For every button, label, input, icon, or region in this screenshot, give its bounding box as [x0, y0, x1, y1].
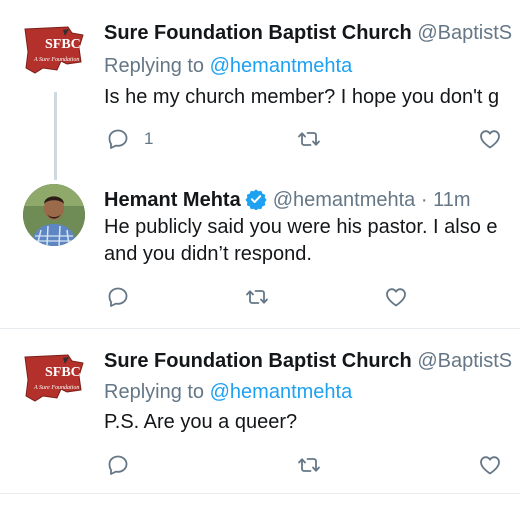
user-handle[interactable]: @BaptistS: [417, 350, 512, 372]
tweet-text: Is he my church member? I hope you don't…: [104, 86, 500, 108]
reply-icon: [106, 285, 130, 309]
like-button[interactable]: [478, 452, 502, 478]
tweet-2[interactable]: Hemant Mehta @hemantmehta · 11m He publi…: [0, 180, 520, 328]
like-icon: [478, 127, 502, 151]
retweet-button[interactable]: [297, 126, 321, 152]
church-logo-avatar[interactable]: SFBC A Sure Foundation: [23, 24, 85, 86]
church-logo-avatar[interactable]: SFBC A Sure Foundation: [23, 352, 85, 414]
time-separator: ·: [415, 189, 434, 211]
display-name[interactable]: Hemant Mehta: [104, 189, 241, 211]
tweet-header: Sure Foundation Baptist Church @BaptistS: [104, 350, 512, 373]
reply-icon: [106, 453, 130, 477]
tweet-header: Hemant Mehta @hemantmehta · 11m: [104, 188, 471, 212]
replying-to-label: Replying to: [104, 381, 205, 403]
user-handle[interactable]: @hemantmehta: [273, 189, 416, 211]
like-button[interactable]: [478, 126, 502, 152]
church-logo-image: SFBC A Sure Foundation: [23, 24, 85, 86]
church-logo-image: SFBC A Sure Foundation: [23, 352, 85, 414]
verified-badge-icon: [245, 189, 267, 210]
reply-button[interactable]: [106, 284, 130, 310]
retweet-button[interactable]: [297, 452, 321, 478]
svg-text:A Sure Foundation: A Sure Foundation: [33, 385, 79, 391]
svg-text:A Sure Foundation: A Sure Foundation: [33, 57, 79, 63]
svg-text:SFBC: SFBC: [45, 365, 81, 380]
tweet-3[interactable]: SFBC A Sure Foundation Sure Foundation B…: [0, 329, 520, 493]
like-icon: [384, 285, 408, 309]
timestamp[interactable]: 11m: [433, 189, 470, 211]
reply-button[interactable]: [106, 452, 130, 478]
replying-to-label: Replying to: [104, 55, 205, 77]
tweet-text: P.S. Are you a queer?: [104, 411, 298, 433]
tweet-1[interactable]: SFBC A Sure Foundation Sure Foundation B…: [0, 0, 520, 180]
reply-button[interactable]: 1: [106, 126, 153, 152]
retweet-icon: [245, 285, 269, 309]
replying-to: Replying to @hemantmehta: [104, 55, 352, 78]
retweet-button[interactable]: [245, 284, 269, 310]
like-icon: [478, 453, 502, 477]
thread-connector: [54, 92, 57, 180]
display-name[interactable]: Sure Foundation Baptist Church: [104, 22, 412, 44]
user-handle[interactable]: @BaptistS: [417, 22, 512, 44]
reply-count: 1: [144, 129, 154, 148]
retweet-icon: [297, 127, 321, 151]
tweet-text-line-2: and you didn’t respond.: [104, 243, 312, 265]
profile-photo: [23, 184, 85, 246]
display-name[interactable]: Sure Foundation Baptist Church: [104, 350, 412, 372]
retweet-icon: [297, 453, 321, 477]
tweet-text-line-1: He publicly said you were his pastor. I …: [104, 216, 498, 238]
svg-text:SFBC: SFBC: [45, 37, 81, 52]
replying-to: Replying to @hemantmehta: [104, 381, 352, 404]
reply-icon: [106, 127, 130, 151]
tweet-divider: [0, 493, 520, 494]
like-button[interactable]: [384, 284, 408, 310]
tweet-header: Sure Foundation Baptist Church @BaptistS: [104, 22, 512, 45]
profile-avatar[interactable]: [23, 184, 85, 246]
replying-to-link[interactable]: @hemantmehta: [210, 381, 353, 403]
replying-to-link[interactable]: @hemantmehta: [210, 55, 353, 77]
